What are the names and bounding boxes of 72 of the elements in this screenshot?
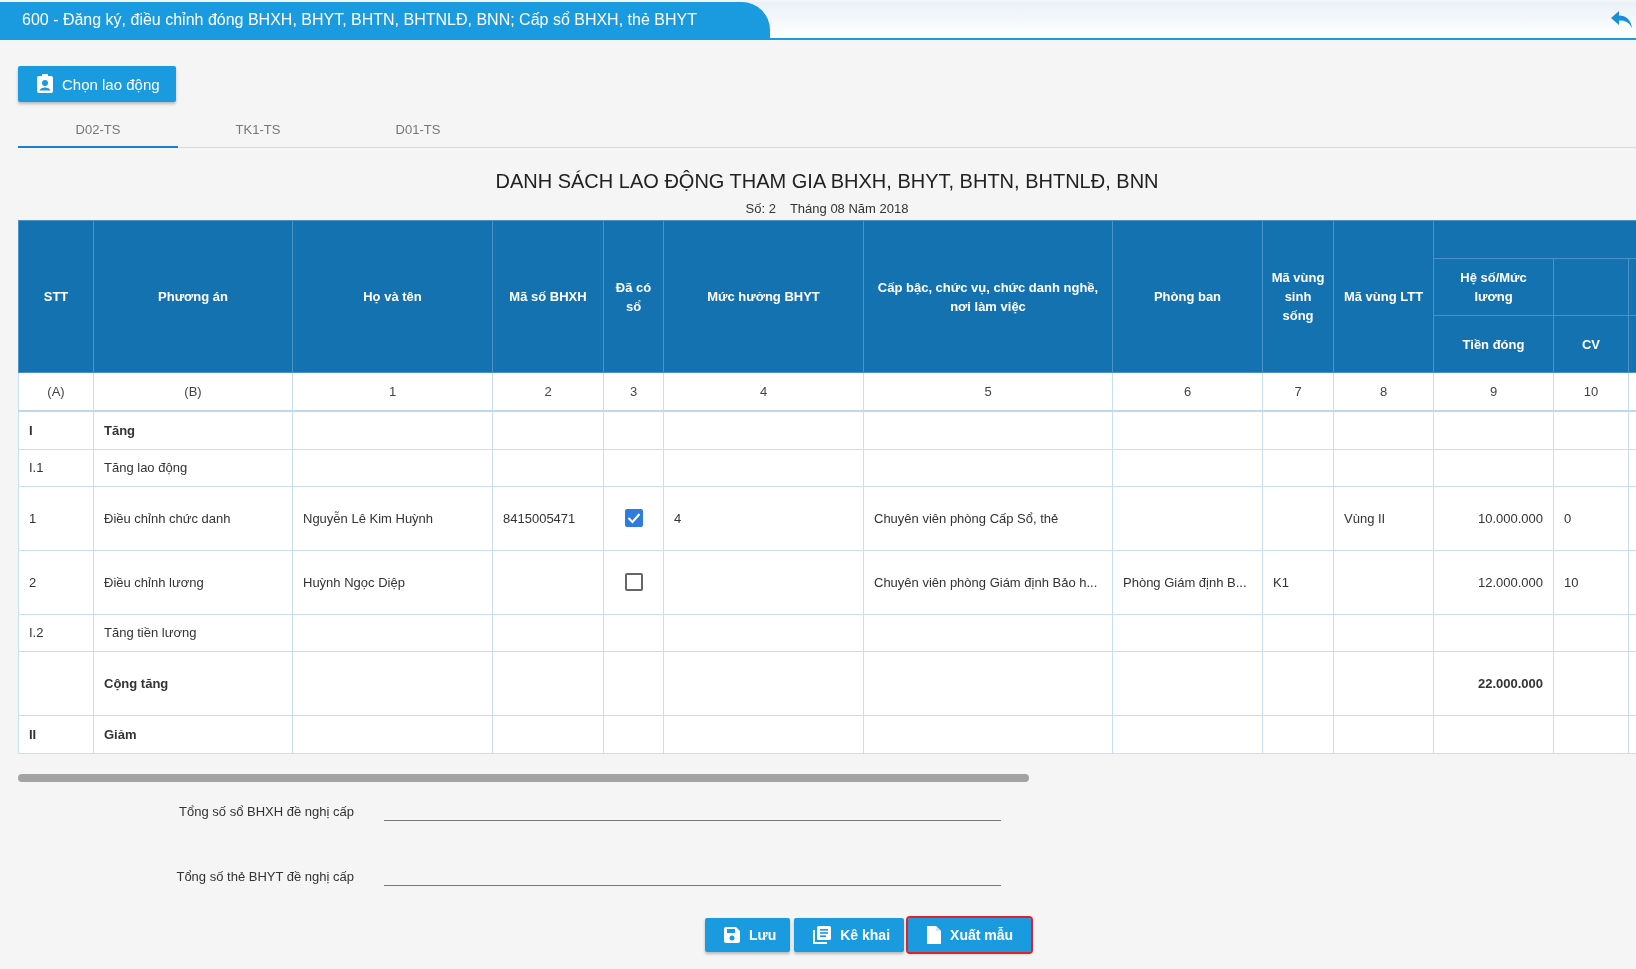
column-header: Cấp bậc, chức vụ, chức danh nghề, nơi làm việc xyxy=(863,220,1113,373)
report-number: Số: 2 xyxy=(745,201,776,216)
save-button[interactable]: Lưu xyxy=(705,918,791,952)
table-cell: 10 xyxy=(1564,574,1579,590)
table-cell: Điều chỉnh chức danh xyxy=(104,510,231,526)
column-number: (A) xyxy=(18,372,94,411)
report-period: Tháng 08 Năm 2018 xyxy=(789,201,909,216)
table-cell: Huỳnh Ngọc Diệp xyxy=(303,574,405,590)
subsection-cell: Tăng tiền lương xyxy=(104,625,197,640)
column-header: Phòng ban xyxy=(1112,220,1263,373)
column-number: 1 xyxy=(292,372,493,411)
table-cell: 12.000.000 xyxy=(1477,574,1543,590)
column-header: CV xyxy=(1553,315,1629,373)
column-number: 10 xyxy=(1553,372,1629,411)
column-header: Phương án xyxy=(93,220,293,373)
column-number: 6 xyxy=(1112,372,1263,411)
column-number: 7 xyxy=(1262,372,1334,411)
column-header: Tiền đóng xyxy=(1433,315,1554,373)
tab[interactable]: TK1-TS xyxy=(178,112,338,148)
stacked-list-icon xyxy=(812,925,833,945)
total-cell: Cộng tăng xyxy=(104,675,169,691)
tab[interactable]: D02-TS xyxy=(18,112,178,148)
table-cell: Phòng Giám định B... xyxy=(1123,574,1247,590)
choose-worker-button[interactable]: Chọn lao động xyxy=(18,66,176,102)
table-cell: Vùng II xyxy=(1344,510,1386,526)
column-header: Mức hưởng BHYT xyxy=(663,220,864,373)
tab[interactable]: D01-TS xyxy=(338,112,498,148)
column-group-header: Hệ số/Mức lương xyxy=(1433,258,1554,316)
checkbox[interactable] xyxy=(624,573,643,591)
export-button[interactable]: Xuất mẫu xyxy=(908,918,1032,952)
scrollbar-thumb[interactable] xyxy=(18,774,1029,782)
column-header: Đã có sổ xyxy=(603,220,664,373)
field-label: Tổng số thẻ BHYT đề nghị cấp xyxy=(175,869,354,886)
column-number: 8 xyxy=(1333,372,1434,411)
table-cell: Chuyên viên phòng Giám định Bảo h... xyxy=(874,574,1098,590)
subsection-cell: I.1 xyxy=(29,460,44,475)
column-header: Mã vùng LTT xyxy=(1333,220,1434,373)
section-cell: Giảm xyxy=(104,726,137,742)
subsection-cell: I.2 xyxy=(29,625,44,640)
section-cell: I xyxy=(29,422,33,438)
section-cell: Tăng xyxy=(104,422,136,438)
column-header: STT xyxy=(18,220,94,373)
table-cell: 0 xyxy=(1564,510,1572,526)
section-cell: II xyxy=(29,726,37,742)
column-header: Mã số BHXH xyxy=(492,220,604,373)
table-cell: 2 xyxy=(29,574,37,590)
table-cell: 10.000.000 xyxy=(1477,510,1543,526)
document-icon xyxy=(926,925,943,945)
total-cell: 22.000.000 xyxy=(1477,675,1543,691)
field-label: Tổng số sổ BHXH đề nghị cấp xyxy=(178,804,354,821)
table-cell: 8415005471 xyxy=(503,510,576,526)
table-cell: 4 xyxy=(674,510,682,526)
table-cell: Điều chỉnh lương xyxy=(104,574,204,590)
table-cell: Nguyễn Lê Kim Huỳnh xyxy=(303,510,434,526)
column-number: 2 xyxy=(492,372,604,411)
column-header: Họ và tên xyxy=(292,220,493,373)
table-cell: Chuyên viên phòng Cấp Sổ, thẻ xyxy=(874,510,1059,526)
back-arrow-icon[interactable] xyxy=(1610,10,1634,30)
column-number: 9 xyxy=(1433,372,1554,411)
column-header: Mã vùng sinh sống xyxy=(1262,220,1334,373)
table-cell: 1 xyxy=(29,510,37,526)
window-title: 600 - Đăng ký, điều chỉnh đóng BHXH, BHYT, BHTN, BHTNLĐ, BNN; Cấp sổ BHXH, thẻ BHYT xyxy=(0,2,770,38)
checkbox[interactable] xyxy=(624,509,643,527)
table-cell: K1 xyxy=(1273,574,1289,590)
column-number: 5 xyxy=(863,372,1113,411)
column-number: (B) xyxy=(93,372,293,411)
id-badge-icon xyxy=(36,74,54,94)
report-title: DANH SÁCH LAO ĐỘNG THAM GIA BHXH, BHYT, BHTN, BHTNLĐ, BNN xyxy=(494,170,1160,193)
column-number: 3 xyxy=(603,372,664,411)
declare-button[interactable]: Kê khai xyxy=(794,918,905,952)
column-number: 4 xyxy=(663,372,864,411)
subsection-cell: Tăng lao động xyxy=(104,460,188,475)
